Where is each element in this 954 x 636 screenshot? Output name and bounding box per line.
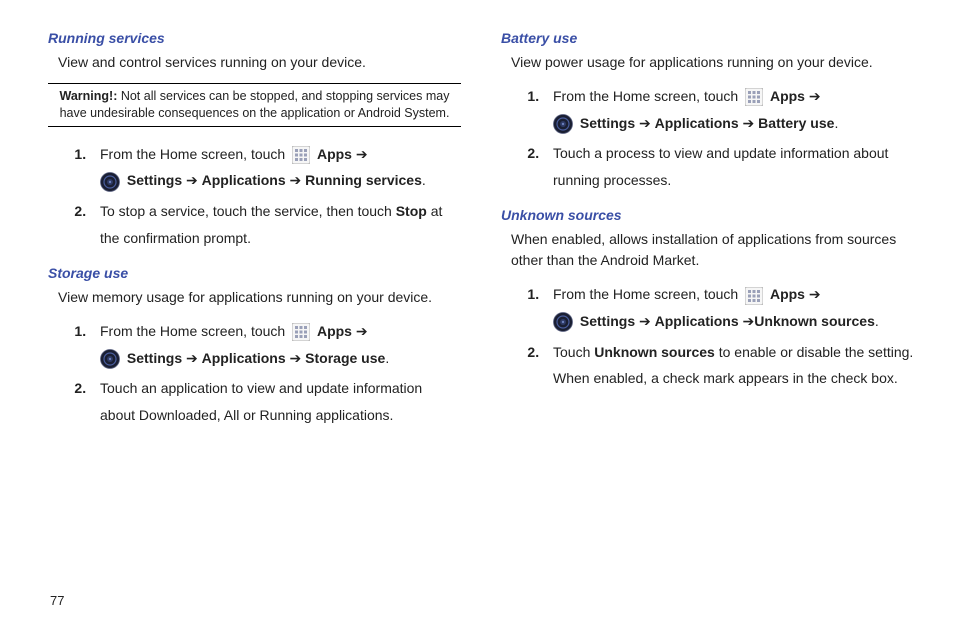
arrow-icon: ➔ [290, 350, 302, 366]
step-item: Touch an application to view and update … [90, 375, 461, 428]
settings-label: Settings [580, 115, 635, 131]
step-item: Touch a process to view and update infor… [543, 140, 914, 193]
step-item: To stop a service, touch the service, th… [90, 198, 461, 251]
section-running-services: Running services View and control servic… [48, 30, 461, 251]
arrow-icon: ➔ [743, 115, 755, 131]
apps-grid-icon [292, 146, 310, 164]
step-item: Touch Unknown sources to enable or disab… [543, 339, 914, 392]
warning-text: Not all services can be stopped, and sto… [60, 89, 450, 120]
step-item: From the Home screen, touch Apps ➔ Setti… [543, 83, 914, 136]
applications-label: Applications [202, 172, 286, 188]
arrow-icon: ➔ [743, 313, 755, 329]
applications-label: Applications [655, 313, 739, 329]
arrow-icon: ➔ [356, 146, 368, 162]
settings-gear-icon [553, 312, 573, 332]
settings-gear-icon [100, 172, 120, 192]
section-storage-use: Storage use View memory usage for applic… [48, 265, 461, 428]
arrow-icon: ➔ [809, 286, 821, 302]
apps-grid-icon [745, 287, 763, 305]
step-item: From the Home screen, touch Apps ➔ Setti… [90, 141, 461, 194]
section-heading: Running services [48, 30, 461, 46]
step-item: From the Home screen, touch Apps ➔ Setti… [543, 281, 914, 334]
apps-label: Apps [770, 88, 805, 104]
arrow-icon: ➔ [186, 350, 198, 366]
section-unknown-sources: Unknown sources When enabled, allows ins… [501, 207, 914, 391]
target-label: Storage use [305, 350, 385, 366]
warning-label: Warning!: [60, 89, 118, 103]
settings-gear-icon [553, 114, 573, 134]
step-text: Touch a process to view and update infor… [553, 145, 888, 188]
arrow-icon: ➔ [809, 88, 821, 104]
section-heading: Battery use [501, 30, 914, 46]
apps-label: Apps [770, 286, 805, 302]
section-description: View and control services running on you… [58, 52, 461, 73]
section-heading: Storage use [48, 265, 461, 281]
step-item: From the Home screen, touch Apps ➔ Setti… [90, 318, 461, 371]
step-text: Touch [553, 344, 594, 360]
arrow-icon: ➔ [639, 115, 651, 131]
bold-word: Stop [396, 203, 427, 219]
arrow-icon: ➔ [639, 313, 651, 329]
step-text: From the Home screen, touch [553, 286, 742, 302]
target-label: Running services [305, 172, 422, 188]
step-text: To stop a service, touch the service, th… [100, 203, 396, 219]
settings-label: Settings [580, 313, 635, 329]
section-description: View memory usage for applications runni… [58, 287, 461, 308]
arrow-icon: ➔ [186, 172, 198, 188]
step-text: From the Home screen, touch [100, 146, 289, 162]
target-label: Battery use [758, 115, 834, 131]
settings-gear-icon [100, 349, 120, 369]
apps-grid-icon [745, 88, 763, 106]
applications-label: Applications [202, 350, 286, 366]
warning-note: Warning!: Not all services can be stoppe… [48, 83, 461, 127]
bold-word: Unknown sources [594, 344, 715, 360]
right-column: Battery use View power usage for applica… [501, 30, 914, 443]
section-battery-use: Battery use View power usage for applica… [501, 30, 914, 193]
section-description: When enabled, allows installation of app… [511, 229, 914, 271]
arrow-icon: ➔ [290, 172, 302, 188]
step-text: From the Home screen, touch [100, 323, 289, 339]
apps-grid-icon [292, 323, 310, 341]
section-description: View power usage for applications runnin… [511, 52, 914, 73]
settings-label: Settings [127, 350, 182, 366]
arrow-icon: ➔ [356, 323, 368, 339]
apps-label: Apps [317, 323, 352, 339]
settings-label: Settings [127, 172, 182, 188]
step-text: Touch an application to view and update … [100, 380, 422, 423]
apps-label: Apps [317, 146, 352, 162]
section-heading: Unknown sources [501, 207, 914, 223]
page-number: 77 [50, 593, 64, 608]
step-text: From the Home screen, touch [553, 88, 742, 104]
left-column: Running services View and control servic… [48, 30, 461, 443]
applications-label: Applications [655, 115, 739, 131]
target-label: Unknown sources [754, 313, 875, 329]
